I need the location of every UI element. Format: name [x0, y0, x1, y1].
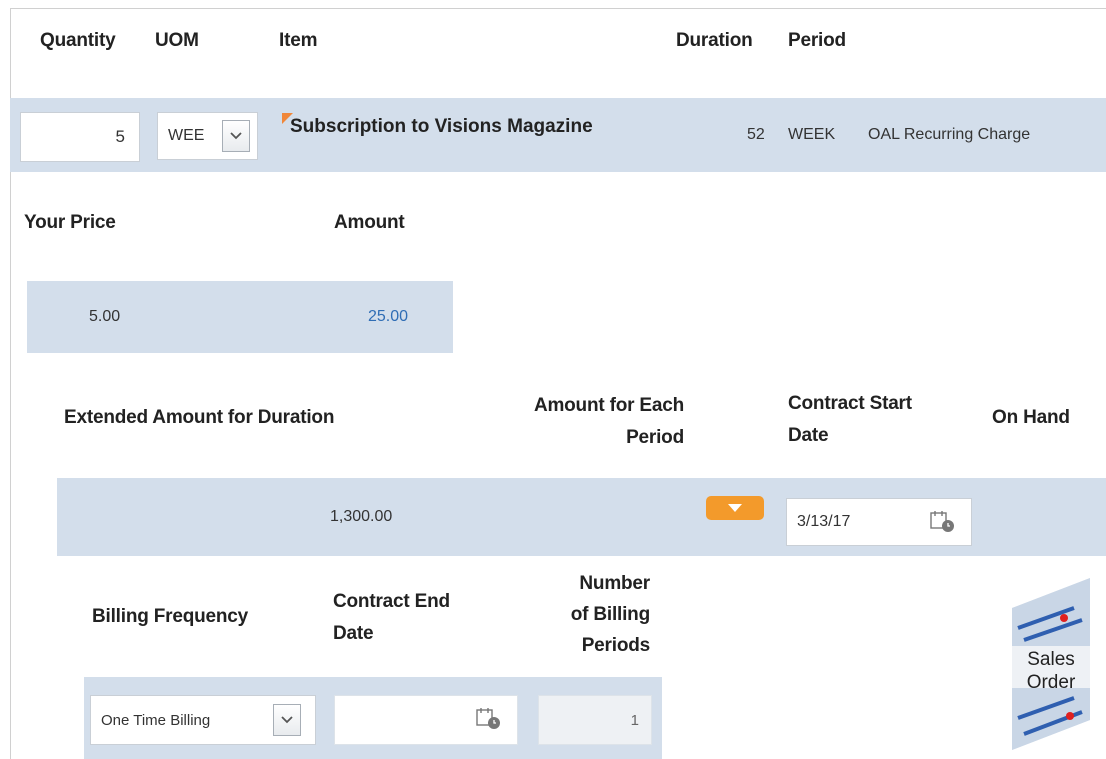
- charge-name: OAL Recurring Charge: [868, 126, 1031, 143]
- sales-order-line2: Order: [1026, 672, 1076, 693]
- header-contract-start-line1: Contract Start: [788, 393, 912, 414]
- number-of-billing-periods-input: 1: [538, 695, 652, 745]
- header-num-periods-line2: of Billing: [570, 604, 650, 625]
- billing-frequency-dropdown-button[interactable]: [273, 704, 301, 736]
- quantity-input[interactable]: 5: [20, 112, 140, 162]
- chevron-down-icon: [281, 716, 293, 724]
- header-contract-end-line1: Contract End: [333, 591, 450, 612]
- your-price-value: 5.00: [89, 308, 121, 325]
- duration-value: 52: [747, 126, 765, 143]
- uom-value: WEE: [168, 127, 205, 144]
- header-amount-each-period-line1: Amount for Each: [533, 395, 684, 416]
- item-name[interactable]: Subscription to Visions Magazine: [290, 116, 593, 138]
- header-item: Item: [279, 30, 318, 51]
- header-uom: UOM: [155, 30, 199, 51]
- billing-frequency-value: One Time Billing: [101, 711, 211, 729]
- header-contract-start-date: Contract Start Date: [788, 388, 912, 452]
- header-num-periods-line3: Periods: [581, 635, 650, 656]
- number-of-billing-periods-value: 1: [630, 711, 639, 729]
- header-period: Period: [788, 30, 846, 51]
- amount-value[interactable]: 25.00: [368, 308, 408, 326]
- quantity-value: 5: [115, 127, 125, 146]
- frame-border-top: [10, 8, 1106, 9]
- header-contract-start-line2: Date: [788, 425, 829, 446]
- extended-amount-value: 1,300.00: [330, 508, 393, 525]
- header-amount: Amount: [334, 212, 405, 233]
- uom-select[interactable]: WEE: [157, 112, 258, 160]
- calendar-icon[interactable]: [929, 509, 957, 535]
- header-number-of-billing-periods: Number of Billing Periods: [520, 568, 650, 661]
- sales-order-line1: Sales: [1027, 649, 1075, 670]
- header-num-periods-line1: Number: [579, 573, 650, 594]
- header-contract-end-date: Contract End Date: [333, 586, 450, 650]
- contract-start-date-input[interactable]: 3/13/17: [786, 498, 972, 546]
- header-billing-frequency: Billing Frequency: [92, 606, 249, 627]
- header-contract-end-line2: Date: [333, 623, 374, 644]
- header-extended-amount: Extended Amount for Duration: [64, 407, 335, 428]
- header-duration: Duration: [676, 30, 753, 51]
- header-your-price: Your Price: [24, 212, 116, 233]
- header-amount-each-period-line2: Period: [626, 427, 684, 448]
- period-value: WEEK: [788, 126, 836, 143]
- sales-order-badge: Sales Order: [1012, 578, 1090, 750]
- contract-start-date-value: 3/13/17: [797, 513, 851, 530]
- header-amount-each-period: Amount for Each Period: [478, 390, 684, 454]
- header-quantity: Quantity: [40, 30, 116, 51]
- calendar-icon[interactable]: [475, 706, 503, 732]
- contract-end-date-input[interactable]: [334, 695, 518, 745]
- amount-each-period-expand-button[interactable]: [706, 496, 764, 520]
- triangle-down-icon: [728, 504, 742, 512]
- billing-frequency-select[interactable]: One Time Billing: [90, 695, 316, 745]
- header-on-hand: On Hand: [992, 407, 1070, 428]
- uom-dropdown-button[interactable]: [222, 120, 250, 152]
- sales-order-label: Sales Order: [1012, 648, 1090, 694]
- chevron-down-icon: [230, 132, 242, 140]
